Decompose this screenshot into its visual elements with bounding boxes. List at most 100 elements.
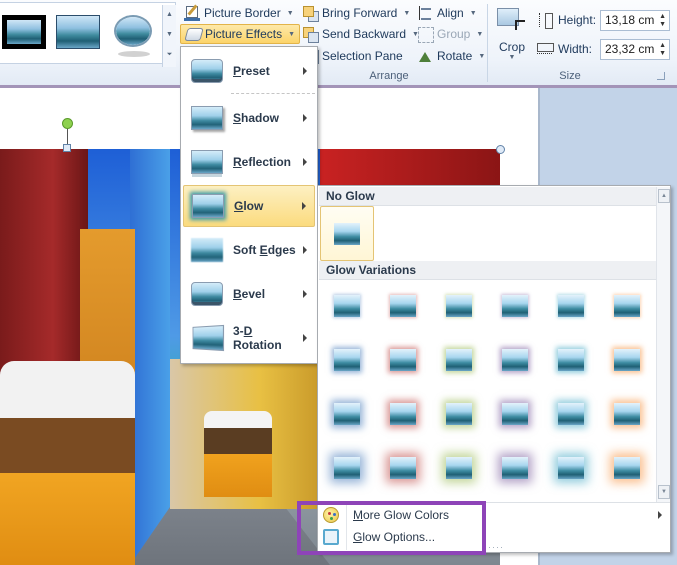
height-row: Height: 13,18 cm ▲ ▼ [536,9,670,31]
group-label: Group [437,27,471,41]
send-backward-button[interactable]: Send Backward ▼ [298,24,423,44]
menu-item-shadow[interactable]: Shadow [183,97,315,139]
no-glow-option[interactable] [320,206,374,261]
preset-icon [191,59,223,83]
glow-variation-option[interactable] [437,446,481,490]
glow-variation-thumbnail [390,349,416,371]
scroll-down-icon[interactable]: ▼ [658,485,670,499]
no-glow-thumbnail [334,222,360,245]
picture-effects-button[interactable]: Picture Effects ▼ [180,24,301,44]
glow-variation-option[interactable] [549,284,593,328]
glow-variation-option[interactable] [549,446,593,490]
glow-variation-option[interactable] [493,392,537,436]
glow-variation-option[interactable] [325,338,369,382]
glow-variation-option[interactable] [605,284,649,328]
glow-variation-thumbnail [558,457,584,479]
crop-button[interactable]: Crop ▼ [493,4,531,64]
picture-style-oval[interactable] [114,15,152,47]
glow-variation-option[interactable] [605,392,649,436]
glow-gallery-panel: No Glow Glow Variations ▲ ▼ More Glow Co… [317,185,671,553]
crop-label: Crop [498,40,525,54]
glow-variation-option[interactable] [437,392,481,436]
ribbon: ▲ ▼ ⏷ Picture Border ▼ Picture Effects ▼… [0,0,677,87]
gallery-scroll-up-icon[interactable]: ▲ [163,5,176,25]
glow-variation-option[interactable] [605,338,649,382]
menu-item-label: Reflection [233,155,292,169]
glow-variation-option[interactable] [605,446,649,490]
gallery-scrollbar[interactable]: ▲ ▼ ⏷ [162,5,176,67]
glow-variation-option[interactable] [325,446,369,490]
glow-variation-thumbnail [614,349,640,371]
glow-variation-thumbnail [502,349,528,371]
shadow-icon [191,106,223,130]
picture-effects-menu: Preset Shadow Reflection Glow Soft Edges… [180,46,318,364]
glow-variation-thumbnail [502,403,528,425]
chevron-down-icon: ▼ [469,9,477,17]
width-row: Width: 23,32 cm ▲ ▼ [536,38,670,60]
glow-variation-thumbnail [390,457,416,479]
glow-variations-header: Glow Variations [319,261,656,280]
width-input[interactable]: 23,32 cm ▲ ▼ [600,38,670,60]
scroll-up-icon[interactable]: ▲ [658,189,670,203]
glow-variation-option[interactable] [437,338,481,382]
picture-effects-icon [185,26,201,42]
menu-item-glow[interactable]: Glow [183,185,315,227]
glow-variation-option[interactable] [437,284,481,328]
glow-variation-thumbnail [390,295,416,317]
glow-variation-thumbnail [334,349,360,371]
menu-item-3d-rotation[interactable]: 3-D Rotation [183,317,315,359]
size-dialog-launcher-icon[interactable] [657,72,665,80]
glow-variation-thumbnail [390,403,416,425]
selection-pane-label: Selection Pane [322,49,403,63]
height-label: Height: [558,13,597,27]
menu-item-label: Preset [233,64,270,78]
align-icon [417,5,433,21]
glow-variation-thumbnail [446,403,472,425]
glow-variation-option[interactable] [381,284,425,328]
rotate-button[interactable]: Rotate ▼ [413,46,489,66]
glow-variation-option[interactable] [381,392,425,436]
picture-style-black-frame[interactable] [2,15,46,49]
align-button[interactable]: Align ▼ [413,3,481,23]
picture-effects-label: Picture Effects [205,27,283,41]
resize-handle-top-right[interactable] [496,145,505,154]
menu-item-label: Bevel [233,287,266,301]
glow-variation-thumbnail [334,457,360,479]
picture-style-thin-border[interactable] [56,15,100,49]
chevron-down-icon: ▼ [508,54,516,61]
glow-variation-option[interactable] [493,446,537,490]
glow-variation-option[interactable] [325,284,369,328]
annotation-highlight-box [297,501,486,555]
glow-variation-option[interactable] [493,284,537,328]
glow-variation-option[interactable] [381,446,425,490]
picture-border-label: Picture Border [204,6,281,20]
resize-grip-icon[interactable]: ···· [488,542,504,552]
rotation-handle[interactable] [62,118,73,129]
oval-shadow [118,51,150,57]
gallery-more-icon[interactable]: ⏷ [163,45,176,65]
menu-item-label: Shadow [233,111,280,125]
gallery-scrollbar[interactable]: ▲ ▼ [656,187,670,502]
glow-variation-option[interactable] [549,338,593,382]
bring-forward-button[interactable]: Bring Forward ▼ [298,3,414,23]
menu-item-preset[interactable]: Preset [183,50,315,92]
arrange-group-label: Arrange [369,70,409,82]
height-spinner-icon[interactable]: ▲ ▼ [659,13,666,29]
send-backward-icon [302,26,319,43]
glow-variation-thumbnail [614,457,640,479]
glow-variation-option[interactable] [493,338,537,382]
resize-handle-top[interactable] [63,144,71,152]
gallery-scroll-down-icon[interactable]: ▼ [163,25,176,45]
width-spinner-icon[interactable]: ▲ ▼ [659,42,666,58]
glow-variation-option[interactable] [325,392,369,436]
no-glow-header: No Glow [319,187,656,206]
glow-variation-option[interactable] [381,338,425,382]
menu-item-soft-edges[interactable]: Soft Edges [183,229,315,271]
menu-item-reflection[interactable]: Reflection [183,141,315,183]
group-button[interactable]: Group ▼ [413,24,487,44]
rotate-icon [417,48,433,64]
glow-variation-option[interactable] [549,392,593,436]
menu-item-bevel[interactable]: Bevel [183,273,315,315]
picture-border-button[interactable]: Picture Border ▼ [180,3,298,23]
height-input[interactable]: 13,18 cm ▲ ▼ [600,9,670,31]
